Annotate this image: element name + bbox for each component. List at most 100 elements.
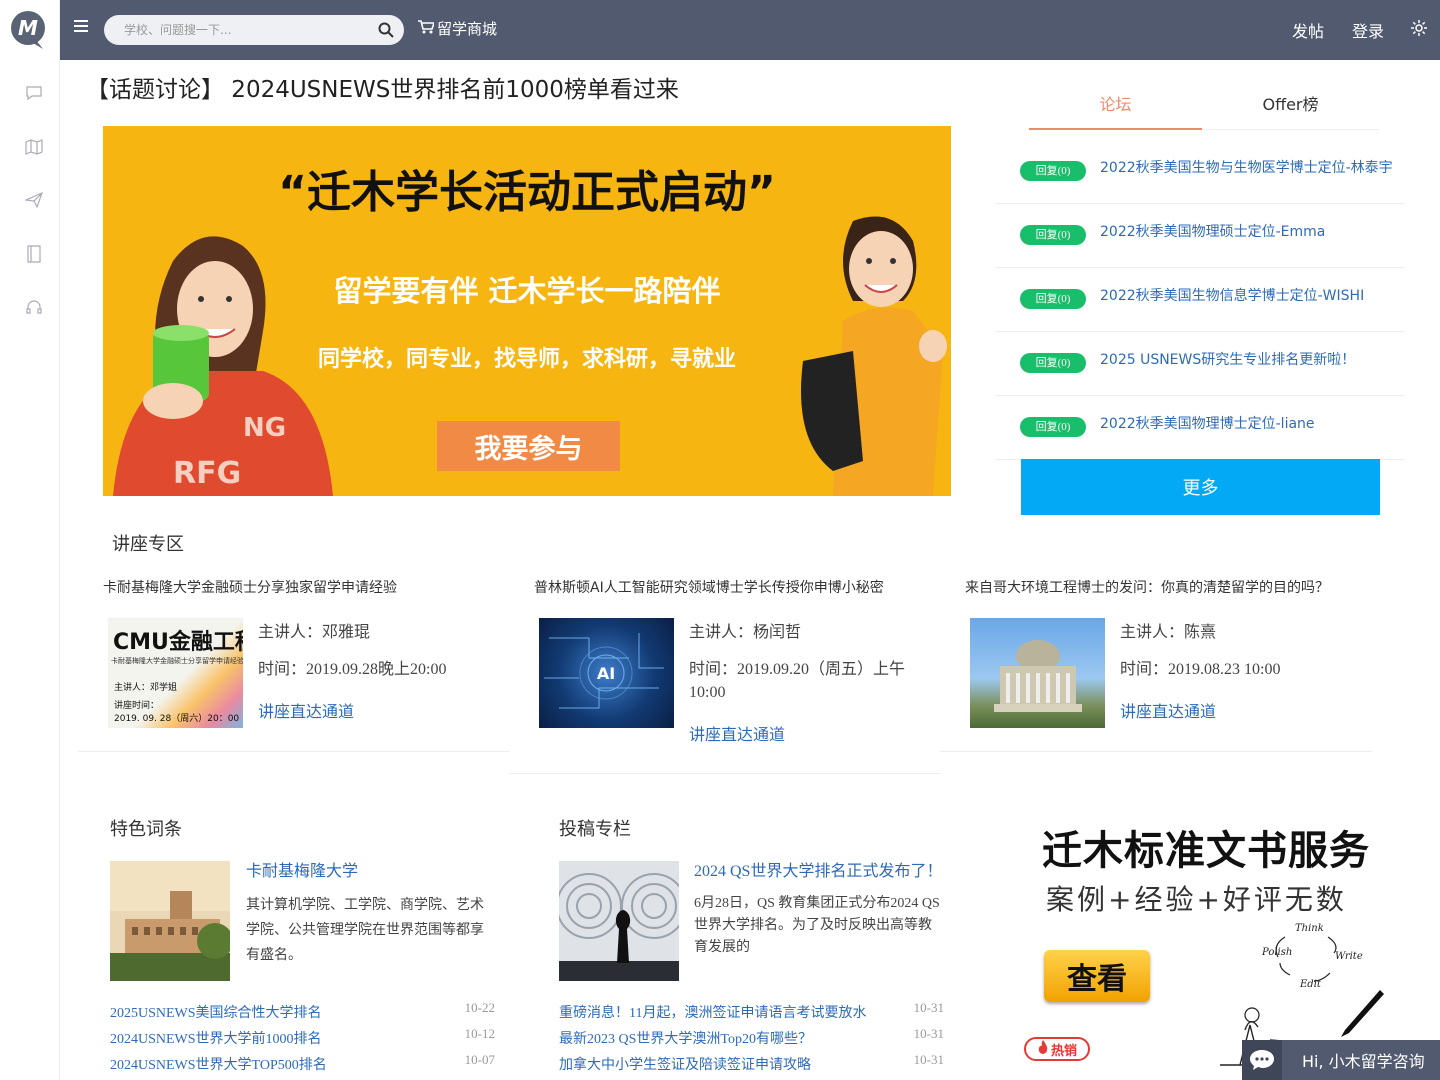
hamburger-menu-icon[interactable]: [74, 18, 92, 40]
list-item[interactable]: 回复(0) 2022秋季美国生物与生物医学博士定位-林泰宇: [995, 140, 1405, 204]
chat-bubble-icon[interactable]: [24, 83, 44, 103]
banner-subline: 留学要有伴 迁木学长一路陪伴: [333, 274, 721, 308]
news-date: 10-07: [464, 1052, 495, 1067]
lecture-link[interactable]: 讲座直达通道: [1120, 698, 1216, 722]
lecture-title[interactable]: 卡耐基梅隆大学金融硕士分享独家留学申请经验: [103, 577, 397, 597]
lecture-section-heading: 讲座专区: [112, 534, 184, 555]
headset-icon[interactable]: [24, 297, 44, 317]
forum-item-title[interactable]: 2022秋季美国生物与生物医学博士定位-林泰宇: [1100, 157, 1393, 177]
right-tabs: 论坛 Offer榜: [1029, 86, 1379, 130]
login-button[interactable]: 登录: [1352, 18, 1384, 42]
news-link[interactable]: 2025USNEWS美国综合性大学排名: [110, 1002, 322, 1022]
list-item[interactable]: 回复(0) 2022秋季美国生物信息学博士定位-WISHI: [995, 268, 1405, 332]
lecture-thumbnail[interactable]: [970, 618, 1105, 728]
list-item: 2025USNEWS美国综合性大学排名 10-22: [110, 1000, 495, 1028]
banner-headline: “迁木学长活动正式启动”: [278, 167, 776, 218]
thumbnail-title: CMU金融工程: [113, 630, 243, 655]
reply-count-badge: 回复(0): [1020, 353, 1086, 373]
list-item[interactable]: 回复(0) 2025 USNEWS研究生专业排名更新啦！: [995, 332, 1405, 396]
lecture-time: 时间：2019.09.28晚上20:00: [258, 661, 447, 678]
forum-list: 回复(0) 2022秋季美国生物与生物医学博士定位-林泰宇 回复(0) 2022…: [995, 140, 1405, 460]
mall-label: 留学商城: [437, 20, 498, 38]
list-item: 加拿大中小学生签证及陪读签证申请攻略 10-31: [559, 1052, 944, 1080]
lecture-time: 时间：2019.08.23 10:00: [1120, 661, 1281, 678]
lecture-time: 时间：2019.09.20（周五）上午10:00: [689, 661, 906, 701]
forum-item-title[interactable]: 2022秋季美国物理博士定位-liane: [1100, 413, 1315, 433]
news-date: 10-22: [464, 1000, 495, 1015]
thumbnail-time: 2019. 09. 28（周六）20：00: [114, 714, 240, 724]
submission-link[interactable]: 2024 QS世界大学排名正式发布了！: [694, 857, 942, 881]
reply-count-badge: 回复(0): [1020, 225, 1086, 245]
lecture-speaker: 主讲人：邓雅琨: [258, 624, 371, 641]
forum-item-title[interactable]: 2022秋季美国物理硕士定位-Emma: [1100, 221, 1325, 241]
news-date: 10-31: [913, 1052, 944, 1067]
post-button[interactable]: 发帖: [1292, 18, 1324, 42]
submission-description: 6月28日，QS 教育集团正式分布2024 QS世界大学排名。为了及时反映出高等…: [694, 896, 940, 955]
ad-subtitle: 案例+经验+好评无数: [1046, 883, 1347, 916]
submissions-heading: 投稿专栏: [559, 819, 631, 840]
paper-plane-icon[interactable]: [24, 190, 44, 210]
list-item[interactable]: 回复(0) 2022秋季美国物理博士定位-liane: [995, 396, 1405, 460]
lecture-title[interactable]: 普林斯顿AI人工智能研究领域博士学长传授你申博小秘密: [534, 577, 884, 597]
news-link[interactable]: 2024USNEWS世界大学TOP500排名: [110, 1054, 327, 1074]
lecture-speaker: 主讲人：杨闰哲: [689, 624, 802, 641]
activity-banner[interactable]: NG RFG “迁木学长活动正式启动” 留学要有伴 迁木学长一路陪伴 同学校，同…: [103, 126, 951, 496]
lecture-title[interactable]: 来自哥大环境工程博士的发问：你真的清楚留学的目的吗？: [965, 577, 1329, 597]
lecture-card: 卡耐基梅隆大学金融硕士分享独家留学申请经验 CMU金融工程 卡耐基梅隆大学金融硕…: [78, 566, 510, 752]
lecture-card: 来自哥大环境工程博士的发问：你真的清楚留学的目的吗？ 主讲人：陈熹 时间：201…: [940, 566, 1372, 752]
join-now-button[interactable]: 我要参与: [437, 421, 620, 471]
list-item[interactable]: 回复(0) 2022秋季美国物理硕士定位-Emma: [995, 204, 1405, 268]
map-icon[interactable]: [24, 137, 44, 157]
reply-count-badge: 回复(0): [1020, 161, 1086, 181]
submission-image[interactable]: [559, 861, 679, 981]
lecture-speaker: 主讲人：陈熹: [1120, 624, 1217, 641]
lecture-link[interactable]: 讲座直达通道: [258, 698, 354, 722]
gear-icon[interactable]: [1410, 19, 1428, 37]
top-navbar: 留学商城 发帖 登录: [60, 0, 1440, 60]
featured-term-link[interactable]: 卡耐基梅隆大学: [246, 857, 358, 881]
study-abroad-mall-link[interactable]: 留学商城: [418, 18, 497, 39]
thumbnail-subtitle: 卡耐基梅隆大学金融硕士分享留学申请经验: [111, 657, 243, 665]
lecture-card: 普林斯顿AI人工智能研究领域博士学长传授你申博小秘密 AI 主讲人：杨闰哲 时间…: [509, 566, 941, 774]
tab-offer[interactable]: Offer榜: [1204, 86, 1377, 130]
search-input[interactable]: [104, 15, 354, 45]
more-button[interactable]: 更多: [1021, 459, 1380, 515]
reply-count-badge: 回复(0): [1020, 417, 1086, 437]
sketch-word: Write: [1335, 951, 1363, 962]
lecture-thumbnail[interactable]: CMU金融工程 卡耐基梅隆大学金融硕士分享留学申请经验 主讲人：邓学姐 讲座时间…: [108, 618, 243, 728]
tab-forum[interactable]: 论坛: [1029, 86, 1202, 130]
news-link[interactable]: 2024USNEWS世界大学前1000排名: [110, 1028, 322, 1048]
shirt-text: RFG: [173, 456, 241, 491]
news-date: 10-12: [464, 1026, 495, 1041]
site-logo[interactable]: M: [9, 9, 49, 51]
lecture-thumbnail[interactable]: AI: [539, 618, 674, 728]
news-link[interactable]: 最新2023 QS世界大学澳洲Top20有哪些？: [559, 1028, 812, 1048]
featured-terms-heading: 特色词条: [110, 819, 182, 840]
fire-icon: [1037, 1040, 1049, 1058]
featured-term-description: 其计算机学院、工学院、商学院、艺术学院、公共管理学院在世界范围等都享有盛名。: [246, 898, 484, 963]
document-service-ad[interactable]: 迁木标准文书服务 案例+经验+好评无数 查看 热销 Think Polish W…: [1020, 800, 1390, 1080]
search-box: [104, 15, 404, 45]
list-item: 2024USNEWS世界大学前1000排名 10-12: [110, 1026, 495, 1054]
page-title: 【话题讨论】 2024USNEWS世界排名前1000榜单看过来: [86, 77, 679, 103]
chat-icon: [1242, 1040, 1282, 1080]
ad-title: 迁木标准文书服务: [1042, 828, 1370, 874]
shirt-text: NG: [243, 413, 286, 443]
news-link[interactable]: 加拿大中小学生签证及陪读签证申请攻略: [559, 1054, 811, 1074]
thumbnail-speaker: 主讲人：邓学姐: [114, 683, 178, 693]
consult-chat-widget[interactable]: Hi, 小木留学咨询: [1242, 1040, 1440, 1080]
news-link[interactable]: 重磅消息！11月起，澳洲签证申请语言考试要放水: [559, 1002, 866, 1022]
search-icon[interactable]: [378, 22, 394, 38]
list-item: 最新2023 QS世界大学澳洲Top20有哪些？ 10-31: [559, 1026, 944, 1054]
view-button[interactable]: 查看: [1044, 950, 1150, 1002]
list-item: 2024USNEWS世界大学TOP500排名 10-07: [110, 1052, 495, 1080]
forum-item-title[interactable]: 2022秋季美国生物信息学博士定位-WISHI: [1100, 285, 1364, 305]
featured-term-image[interactable]: [110, 861, 230, 981]
svg-text:M: M: [18, 16, 38, 40]
reply-count-badge: 回复(0): [1020, 289, 1086, 309]
book-icon[interactable]: [24, 244, 44, 264]
lecture-link[interactable]: 讲座直达通道: [689, 721, 785, 745]
forum-item-title[interactable]: 2025 USNEWS研究生专业排名更新啦！: [1100, 349, 1355, 369]
left-rail: M: [0, 0, 60, 1080]
hot-sale-label: 热销: [1050, 1043, 1077, 1059]
